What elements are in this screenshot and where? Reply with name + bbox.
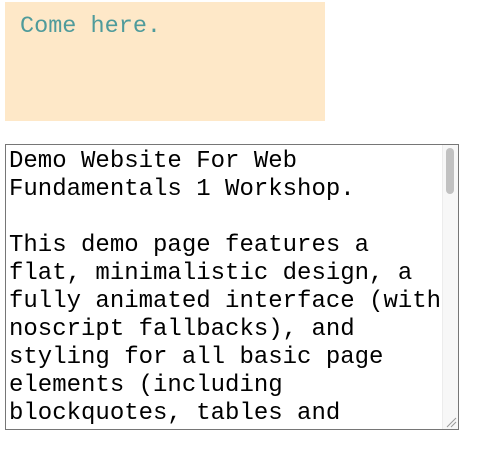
- hover-box[interactable]: Come here.: [5, 2, 325, 121]
- resize-handle-icon[interactable]: [443, 414, 458, 429]
- scrollbar-thumb[interactable]: [446, 148, 454, 194]
- description-textarea[interactable]: Demo Website For Web Fundamentals 1 Work…: [5, 144, 459, 430]
- hover-box-text: Come here.: [20, 13, 162, 40]
- textarea-content[interactable]: Demo Website For Web Fundamentals 1 Work…: [9, 148, 445, 428]
- textarea-scrollbar[interactable]: [442, 145, 458, 429]
